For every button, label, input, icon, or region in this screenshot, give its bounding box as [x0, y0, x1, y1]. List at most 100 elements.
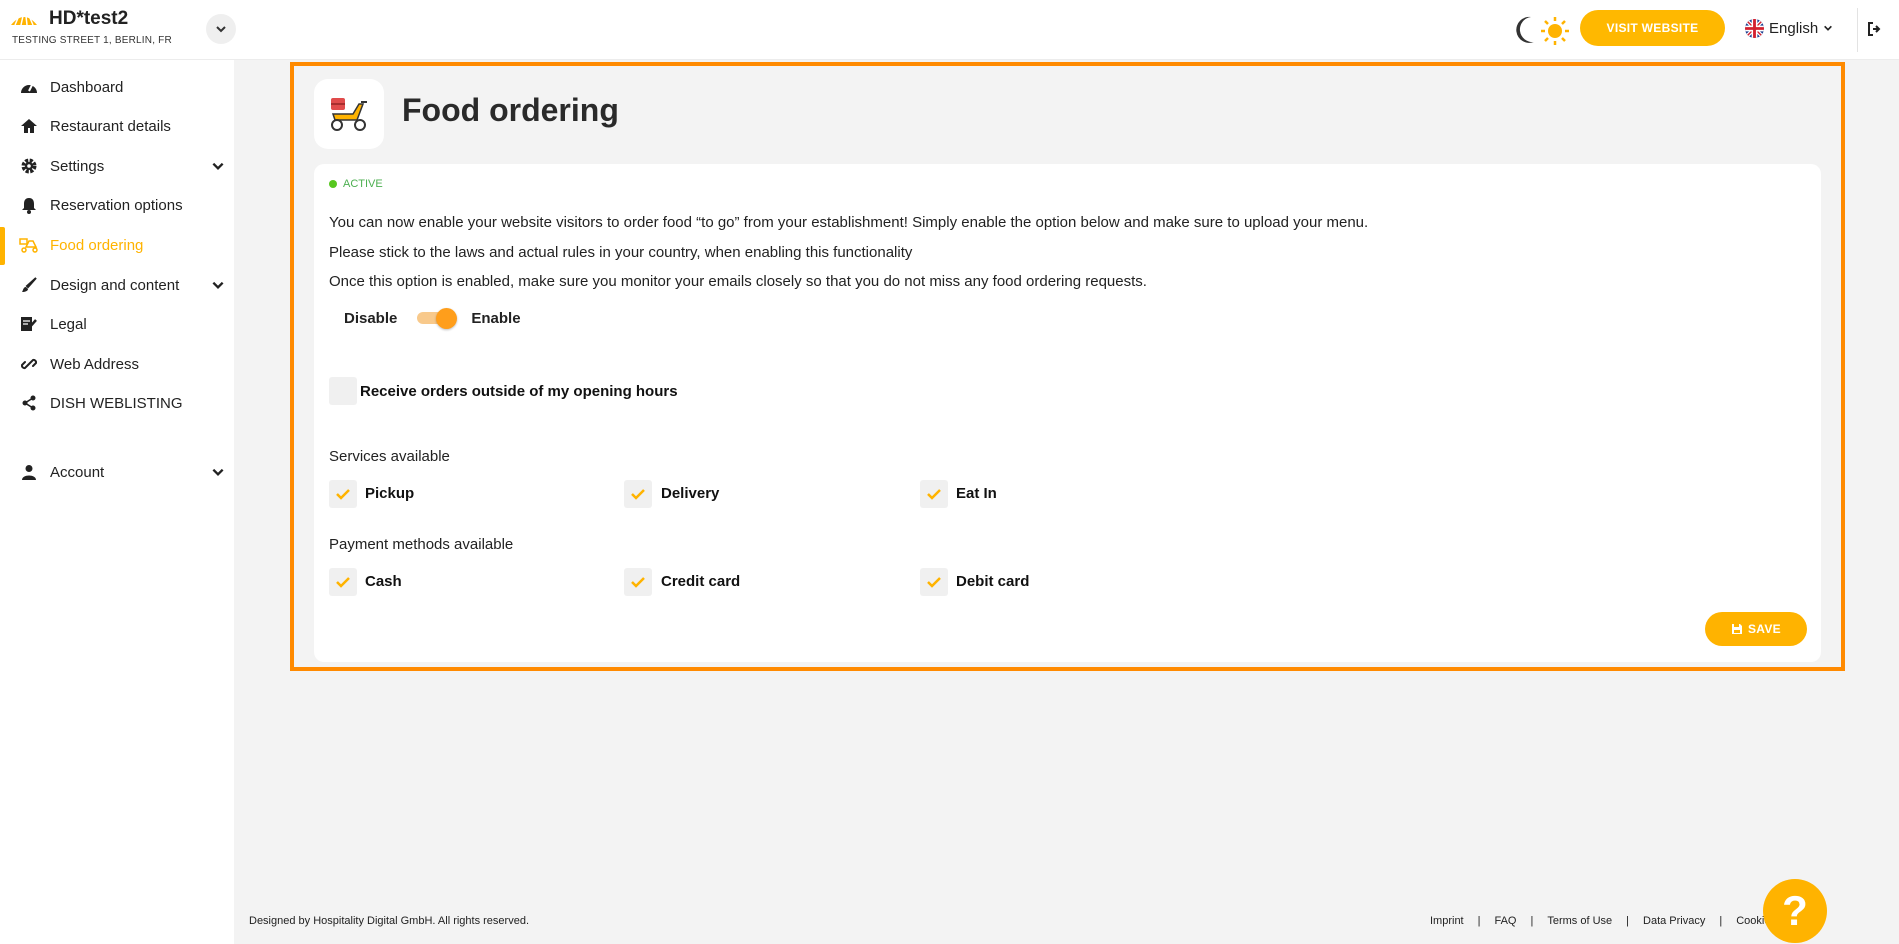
- delivery-scooter-icon: [331, 98, 367, 131]
- dashboard-icon: [19, 77, 39, 97]
- pickup-label: Pickup: [365, 485, 415, 502]
- logout-icon: [1868, 22, 1881, 36]
- debit-card-label: Debit card: [956, 573, 1030, 590]
- toggle-enable-label: Enable: [471, 309, 521, 327]
- page-title: Food ordering: [402, 92, 619, 128]
- debit-card-checkbox[interactable]: [920, 568, 948, 596]
- footer-links: Imprint | FAQ | Terms of Use | Data Priv…: [1430, 915, 1811, 927]
- checkmark-icon: [927, 577, 941, 588]
- sidebar-item-dashboard[interactable]: Dashboard: [0, 68, 234, 106]
- chevron-down-icon: [1824, 25, 1833, 31]
- bell-icon: [19, 195, 39, 215]
- sidebar-item-web-address[interactable]: Web Address: [0, 345, 234, 383]
- sun-icon: [1541, 17, 1569, 45]
- delivery-label: Delivery: [661, 485, 720, 502]
- chevron-down-icon: [212, 162, 224, 170]
- gear-icon: [19, 156, 39, 176]
- food-ordering-icon: [19, 235, 39, 255]
- footer-separator: |: [1626, 915, 1630, 927]
- sidebar-item-label: Restaurant details: [50, 117, 171, 135]
- restaurant-address: TESTING STREET 1, BERLIN, FR: [12, 35, 172, 46]
- language-selector[interactable]: English: [1745, 16, 1833, 40]
- outside-hours-checkbox[interactable]: [329, 377, 357, 405]
- credit-card-label: Credit card: [661, 573, 741, 590]
- legal-icon: [19, 314, 39, 334]
- link-icon: [19, 354, 39, 374]
- sidebar-item-label: Web Address: [50, 355, 139, 373]
- sidebar-item-label: Legal: [50, 315, 87, 333]
- delivery-checkbox[interactable]: [624, 480, 652, 508]
- brush-icon: [19, 275, 39, 295]
- sidebar-item-design-and-content[interactable]: Design and content: [0, 266, 234, 304]
- sidebar-item-label: Account: [50, 463, 105, 481]
- footer-separator: |: [1719, 915, 1723, 927]
- help-button[interactable]: ?: [1763, 879, 1827, 943]
- venue-switcher-button[interactable]: [206, 14, 236, 44]
- brand-logo-icon: [11, 15, 37, 26]
- sidebar: Dashboard Restaurant details Settings Re…: [0, 60, 234, 944]
- sidebar-item-label: Food ordering: [50, 236, 144, 254]
- chevron-down-icon: [212, 468, 224, 476]
- save-icon: [1732, 624, 1742, 634]
- sidebar-item-label: DISH WEBLISTING: [50, 394, 183, 412]
- cash-checkbox[interactable]: [329, 568, 357, 596]
- services-section-label: Services available: [329, 448, 450, 465]
- sidebar-item-reservation-options[interactable]: Reservation options: [0, 186, 234, 224]
- checkmark-icon: [927, 489, 941, 500]
- sidebar-item-restaurant-details[interactable]: Restaurant details: [0, 107, 234, 145]
- save-label: SAVE: [1748, 622, 1781, 636]
- chevron-down-icon: [212, 281, 224, 289]
- food-ordering-switch[interactable]: [417, 308, 458, 329]
- footer-link-imprint[interactable]: Imprint: [1430, 915, 1464, 927]
- settings-card: [314, 164, 1821, 662]
- save-button[interactable]: SAVE: [1705, 612, 1807, 646]
- cash-label: Cash: [365, 573, 402, 590]
- checkmark-icon: [631, 577, 645, 588]
- status-dot: [329, 180, 337, 188]
- sidebar-item-label: Settings: [50, 157, 105, 175]
- sidebar-item-dish-weblisting[interactable]: DISH WEBLISTING: [0, 384, 234, 422]
- restaurant-name: HD*test2: [49, 8, 129, 29]
- footer-link-terms[interactable]: Terms of Use: [1547, 915, 1612, 927]
- footer-link-faq[interactable]: FAQ: [1494, 915, 1516, 927]
- header-divider: [1857, 8, 1858, 52]
- footer-link-privacy[interactable]: Data Privacy: [1643, 915, 1705, 927]
- checkmark-icon: [336, 577, 350, 588]
- user-icon: [19, 462, 39, 482]
- sidebar-item-account[interactable]: Account: [0, 453, 234, 491]
- footer-separator: |: [1530, 915, 1534, 927]
- checkmark-icon: [631, 489, 645, 500]
- pickup-checkbox[interactable]: [329, 480, 357, 508]
- language-label: English: [1769, 19, 1819, 37]
- theme-toggle[interactable]: [1512, 14, 1572, 48]
- page-icon: [314, 79, 384, 149]
- question-mark-icon: ?: [1782, 887, 1808, 934]
- sidebar-item-food-ordering[interactable]: Food ordering: [0, 226, 234, 264]
- credit-card-checkbox[interactable]: [624, 568, 652, 596]
- description-paragraph: You can now enable your website visitors…: [329, 214, 1369, 231]
- sidebar-item-label: Reservation options: [50, 196, 183, 214]
- description-paragraph: Once this option is enabled, make sure y…: [329, 273, 1147, 290]
- sidebar-item-settings[interactable]: Settings: [0, 147, 234, 185]
- chevron-down-icon: [216, 26, 226, 33]
- uk-flag-icon: [1745, 18, 1764, 38]
- outside-hours-label: Receive orders outside of my opening hou…: [360, 383, 678, 400]
- logout-button[interactable]: [1864, 18, 1886, 40]
- visit-website-button[interactable]: VISIT WEBSITE: [1580, 10, 1725, 46]
- sidebar-item-label: Design and content: [50, 276, 180, 294]
- footer-copyright: Designed by Hospitality Digital GmbH. Al…: [249, 915, 530, 927]
- status-badge: ACTIVE: [329, 178, 383, 190]
- food-ordering-toggle-row: Disable Enable: [344, 306, 521, 330]
- switch-knob: [436, 308, 458, 329]
- checkmark-icon: [336, 489, 350, 500]
- payments-section-label: Payment methods available: [329, 536, 514, 553]
- home-icon: [19, 116, 39, 136]
- footer-separator: |: [1477, 915, 1481, 927]
- sidebar-item-legal[interactable]: Legal: [0, 305, 234, 343]
- status-text: ACTIVE: [343, 178, 383, 190]
- eat-in-checkbox[interactable]: [920, 480, 948, 508]
- toggle-disable-label: Disable: [344, 309, 398, 327]
- eat-in-label: Eat In: [956, 485, 997, 502]
- share-icon: [19, 393, 39, 413]
- top-header: HD*test2 TESTING STREET 1, BERLIN, FR VI…: [0, 0, 1899, 60]
